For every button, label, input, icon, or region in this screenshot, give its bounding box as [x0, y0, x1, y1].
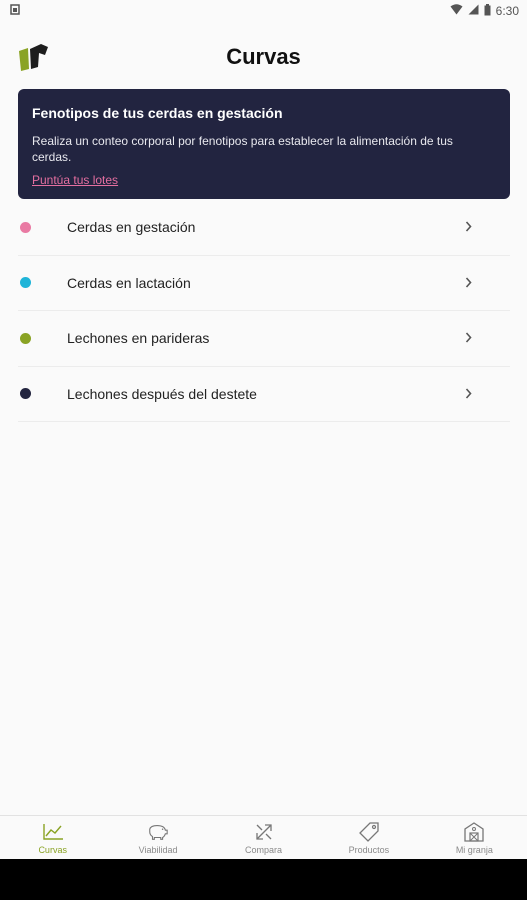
chevron-right-icon	[465, 330, 472, 346]
list-item-cerdas-lactacion[interactable]: Cerdas en lactación	[18, 256, 510, 311]
list-item-lechones-parideras[interactable]: Lechones en parideras	[18, 311, 510, 367]
status-bar: 6:30	[0, 0, 527, 22]
score-batches-link[interactable]: Puntúa tus lotes	[32, 173, 118, 187]
status-dot	[20, 332, 31, 344]
list-item-label: Lechones en parideras	[67, 330, 210, 347]
chevron-right-icon	[465, 219, 472, 235]
list-item-label: Cerdas en gestación	[67, 219, 196, 236]
bottom-nav: Curvas Viabilidad Compara Productos Mi g…	[0, 815, 527, 859]
nav-label: Compara	[245, 844, 283, 855]
header: Curvas	[0, 36, 527, 86]
nav-label: Curvas	[38, 844, 67, 855]
barn-icon	[463, 821, 485, 843]
curves-list: Cerdas en gestación Cerdas en lactación …	[18, 200, 510, 422]
list-item-cerdas-gestacion[interactable]: Cerdas en gestación	[18, 200, 510, 256]
tag-icon	[358, 821, 380, 843]
battery-icon	[484, 3, 491, 19]
pig-icon	[147, 821, 169, 843]
banner-title: Fenotipos de tus cerdas en gestación	[32, 105, 283, 121]
system-navigation-bar	[0, 859, 527, 900]
nav-label: Mi granja	[455, 844, 493, 855]
banner-text: Realiza un conteo corporal por fenotipos…	[32, 134, 453, 164]
wifi-icon	[450, 4, 463, 18]
status-time: 6:30	[495, 4, 519, 18]
phenotype-banner: Fenotipos de tus cerdas en gestación Rea…	[18, 89, 510, 199]
nav-label: Viabilidad	[138, 844, 178, 855]
status-dot	[20, 221, 31, 233]
nav-item-compara[interactable]: Compara	[211, 816, 316, 859]
chart-icon	[42, 821, 64, 843]
nav-item-productos[interactable]: Productos	[316, 816, 421, 859]
nav-item-mi-granja[interactable]: Mi granja	[422, 816, 527, 859]
nav-item-curvas[interactable]: Curvas	[0, 816, 105, 859]
sim-notification-icon	[10, 4, 20, 18]
chevron-right-icon	[465, 275, 472, 291]
list-item-label: Cerdas en lactación	[67, 274, 191, 291]
nav-label: Productos	[348, 844, 390, 855]
signal-icon	[468, 4, 479, 18]
compare-arrows-icon	[253, 821, 275, 843]
list-item-label: Lechones después del destete	[67, 385, 257, 402]
status-dot	[20, 388, 31, 400]
status-dot	[20, 277, 31, 289]
list-item-lechones-destete[interactable]: Lechones después del destete	[18, 367, 510, 422]
chevron-right-icon	[465, 386, 472, 402]
page-title: Curvas	[226, 44, 301, 69]
nav-item-viabilidad[interactable]: Viabilidad	[105, 816, 210, 859]
